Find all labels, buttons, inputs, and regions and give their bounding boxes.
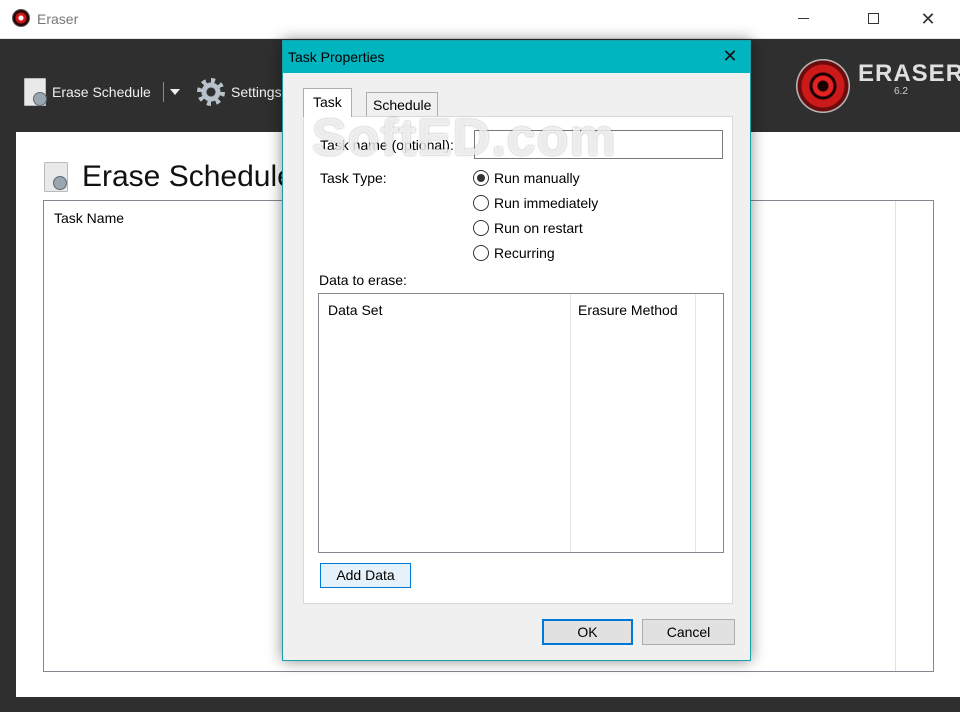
dialog-close-button[interactable]: ✕ [715,45,745,69]
dialog-title: Task Properties [288,49,385,65]
radio-label: Recurring [494,245,555,261]
eraser-app-icon [12,9,30,27]
ok-button[interactable]: OK [542,619,633,645]
task-type-label: Task Type: [320,170,387,186]
column-divider [895,201,896,671]
column-header-task-name[interactable]: Task Name [54,210,124,226]
erase-schedule-toolbar-button[interactable]: Erase Schedule [24,78,180,106]
column-header-erasure-method[interactable]: Erasure Method [578,302,678,318]
cancel-button[interactable]: Cancel [642,619,735,645]
settings-toolbar-button[interactable]: Settings [197,78,282,106]
radio-button[interactable] [473,220,489,236]
minimize-button[interactable] [780,0,826,39]
column-header-data-set[interactable]: Data Set [328,302,382,318]
eraser-logo: ERASER 6.2 [796,56,960,114]
maximize-icon [867,13,879,25]
window-titlebar: Eraser ✕ [0,0,960,39]
column-divider [570,294,571,552]
logo-name: ERASER [858,60,960,87]
close-window-button[interactable]: ✕ [905,0,951,39]
close-icon: ✕ [722,46,738,66]
column-divider [695,294,696,552]
radio-run-immediately[interactable]: Run immediately [473,195,598,211]
data-to-erase-list[interactable]: Data Set Erasure Method [318,293,724,553]
data-to-erase-label: Data to erase: [319,272,407,288]
radio-recurring[interactable]: Recurring [473,245,555,261]
close-icon: ✕ [920,9,936,29]
radio-run-on-restart[interactable]: Run on restart [473,220,583,236]
maximize-button[interactable] [850,0,896,39]
radio-label: Run on restart [494,220,583,236]
tab-schedule[interactable]: Schedule [366,92,439,116]
radio-label: Run manually [494,170,580,186]
schedule-document-icon [24,78,47,106]
task-name-input[interactable] [474,130,723,159]
radio-run-manually[interactable]: Run manually [473,170,580,186]
task-name-label: Task name (optional): [320,137,454,153]
schedule-document-icon [44,162,68,192]
chevron-down-icon[interactable] [169,89,180,95]
radiation-logo-icon [796,59,850,113]
minimize-icon [797,18,809,20]
radio-button-checked[interactable] [473,170,489,186]
task-properties-dialog: Task Properties ✕ Task Schedule Task nam… [282,40,751,661]
toolbar-separator [162,82,164,102]
erase-schedule-label: Erase Schedule [52,84,151,100]
radio-label: Run immediately [494,195,599,211]
add-data-button[interactable]: Add Data [320,563,411,588]
page-header: Erase Schedule [44,160,294,194]
page-title: Erase Schedule [82,160,294,193]
gear-icon [197,78,225,106]
radio-button[interactable] [473,195,489,211]
logo-version: 6.2 [894,86,908,97]
radio-button[interactable] [473,245,489,261]
window-title: Eraser [37,11,79,27]
dialog-titlebar: Task Properties ✕ [283,41,750,73]
settings-label: Settings [231,84,282,100]
tab-task[interactable]: Task [303,88,352,117]
